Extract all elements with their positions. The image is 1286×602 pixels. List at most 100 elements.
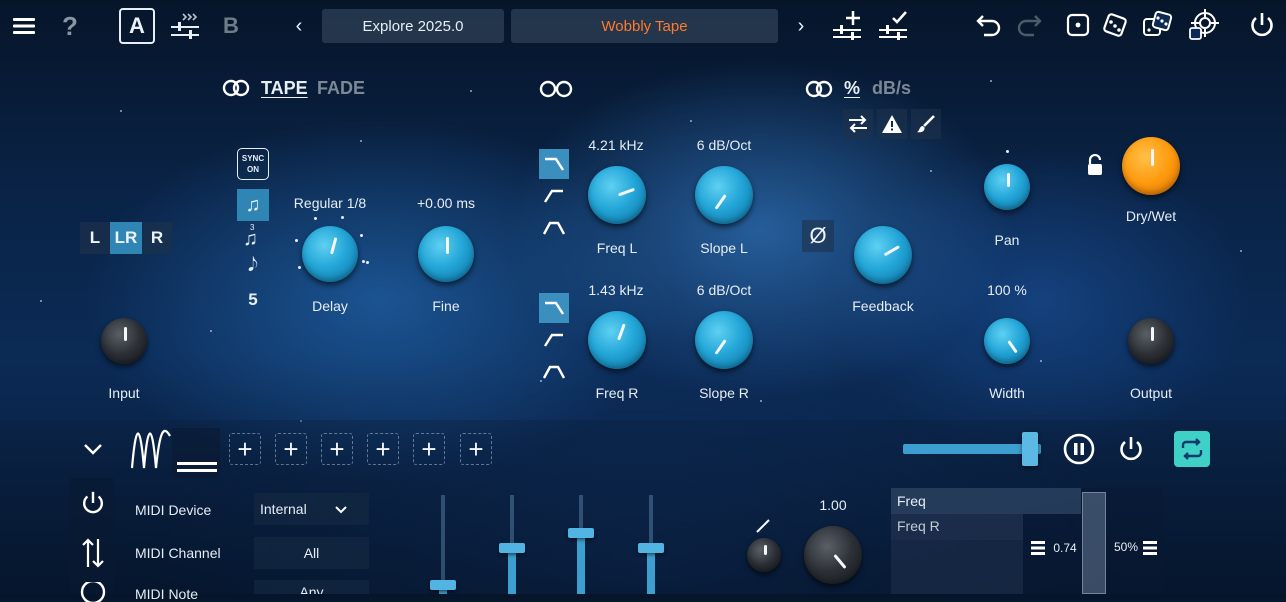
step-fader-2-handle[interactable]: [499, 543, 525, 553]
step-fader-1-handle[interactable]: [430, 580, 456, 590]
undo-icon[interactable]: [974, 10, 1004, 40]
midi-power-icon[interactable]: [78, 488, 108, 518]
link-channels-icon[interactable]: [222, 78, 250, 98]
input-knob[interactable]: [101, 318, 147, 364]
unit-dbs-tab[interactable]: dB/s: [872, 78, 911, 99]
amount-left-handle-icon[interactable]: [1031, 540, 1045, 556]
phase-invert-button[interactable]: Ø: [802, 220, 834, 252]
step-fader-2-fill: [508, 548, 516, 594]
collapse-chevron-icon[interactable]: [80, 436, 106, 462]
add-modulator-button-1[interactable]: +: [229, 433, 261, 465]
mode-fade-tab[interactable]: FADE: [317, 78, 365, 99]
feedback-link-icon[interactable]: [805, 79, 833, 99]
fine-value: +0.00 ms: [417, 195, 475, 211]
freq-r-knob[interactable]: [588, 311, 646, 369]
save-preset-icon[interactable]: [876, 8, 912, 42]
midi-note-icon[interactable]: [78, 582, 108, 602]
filter-r-bandpass-button[interactable]: [539, 357, 569, 387]
ab-a-button[interactable]: A: [119, 8, 155, 44]
lock-icon[interactable]: [1086, 153, 1104, 176]
unit-percent-tab[interactable]: %: [844, 78, 860, 99]
slope-r-knob[interactable]: [695, 311, 753, 369]
pause-icon: [1063, 433, 1095, 465]
feedback-knob[interactable]: [854, 226, 912, 284]
note-straight-button[interactable]: ♫: [237, 189, 269, 221]
depth-knob[interactable]: [804, 526, 862, 584]
add-modulator-button-2[interactable]: +: [275, 433, 307, 465]
ping-pong-button[interactable]: [843, 109, 873, 139]
random-single-dice-icon[interactable]: [1064, 11, 1092, 39]
midi-channel-select[interactable]: All: [254, 537, 369, 569]
add-modulator-button-6[interactable]: +: [460, 433, 492, 465]
width-label: Width: [989, 385, 1025, 401]
target-row-freq-r[interactable]: Freq R: [891, 514, 1023, 540]
pause-button[interactable]: [1062, 432, 1096, 466]
midi-note-select[interactable]: Any: [254, 580, 369, 594]
loop-button[interactable]: [1174, 431, 1210, 467]
freq-l-knob[interactable]: [588, 166, 646, 224]
freq-l-value: 4.21 kHz: [588, 137, 644, 153]
midi-device-select[interactable]: Internal: [254, 493, 369, 525]
channel-l-button[interactable]: L: [80, 222, 110, 254]
lfo-waveform-tab[interactable]: [130, 428, 172, 472]
preset-name-selector[interactable]: Wobbly Tape: [511, 9, 778, 43]
channel-lr-button[interactable]: LR: [110, 222, 142, 254]
note-triplet-button[interactable]: 3 ♫: [237, 223, 269, 250]
filter-r-highpass-button[interactable]: [539, 325, 569, 355]
input-label: Input: [108, 385, 140, 401]
filter-l-highpass-button[interactable]: [539, 181, 569, 211]
add-modulator-button-5[interactable]: +: [413, 433, 445, 465]
channel-r-button[interactable]: R: [142, 222, 172, 254]
drywet-label: Dry/Wet: [1125, 208, 1177, 224]
ab-b-button[interactable]: B: [216, 10, 246, 42]
width-knob[interactable]: [984, 318, 1030, 364]
preset-bank-selector[interactable]: Explore 2025.0: [322, 9, 504, 43]
target-row-freq[interactable]: Freq: [891, 488, 1081, 514]
smooth-knob[interactable]: [747, 538, 781, 572]
random-target-icon[interactable]: [1186, 8, 1220, 42]
add-modulator-button-4[interactable]: +: [367, 433, 399, 465]
sync-button[interactable]: SYNC ON: [237, 148, 269, 180]
random-double-dice-icon[interactable]: [1140, 8, 1174, 42]
stereo-link-icon[interactable]: [538, 79, 574, 99]
power-icon[interactable]: [1246, 9, 1278, 41]
output-knob[interactable]: [1128, 318, 1174, 364]
redo-icon[interactable]: [1014, 10, 1044, 40]
number-value[interactable]: 5: [237, 290, 269, 310]
previous-preset-icon[interactable]: ‹: [288, 12, 310, 40]
curve-shape-icon[interactable]: [755, 518, 771, 534]
mode-tape-tab[interactable]: TAPE: [261, 78, 308, 99]
depth-value: 1.00: [819, 497, 847, 513]
delay-value: Regular 1/8: [293, 195, 367, 211]
brush-button[interactable]: [911, 109, 941, 139]
delay-knob[interactable]: [302, 226, 358, 282]
slope-l-value: 6 dB/Oct: [696, 137, 752, 153]
modulation-rate-slider[interactable]: [903, 444, 1041, 454]
next-preset-icon[interactable]: ›: [790, 12, 812, 40]
copy-a-to-b-icon[interactable]: [168, 10, 202, 42]
slope-l-knob[interactable]: [695, 166, 753, 224]
amount-right-handle-icon[interactable]: [1143, 540, 1157, 556]
note-dotted-button[interactable]: 𝅘𝅥𝅮: [237, 255, 269, 281]
add-modulator-button-3[interactable]: +: [321, 433, 353, 465]
step-fader-4-handle[interactable]: [638, 543, 664, 553]
warning-button[interactable]: [877, 109, 907, 139]
random-dice-icon[interactable]: [1100, 10, 1130, 40]
modulation-power-icon[interactable]: [1114, 432, 1148, 466]
filter-l-bandpass-button[interactable]: [539, 213, 569, 243]
target-row-strip: [891, 540, 1023, 594]
pan-knob[interactable]: [984, 164, 1030, 210]
output-label: Output: [1129, 385, 1173, 401]
filter-l-lowpass-button[interactable]: [539, 149, 569, 179]
midi-source-tab[interactable]: [172, 428, 220, 478]
menu-icon[interactable]: [10, 12, 38, 40]
modulation-rate-slider-handle[interactable]: [1022, 432, 1038, 466]
amount-meter[interactable]: [1082, 492, 1106, 594]
fine-knob[interactable]: [418, 226, 474, 282]
add-preset-icon[interactable]: [830, 8, 866, 42]
midi-direction-icon[interactable]: [78, 536, 108, 570]
filter-r-lowpass-button[interactable]: [539, 293, 569, 323]
drywet-knob[interactable]: [1122, 137, 1180, 195]
step-fader-3-handle[interactable]: [568, 528, 594, 538]
help-icon[interactable]: ?: [58, 10, 82, 42]
